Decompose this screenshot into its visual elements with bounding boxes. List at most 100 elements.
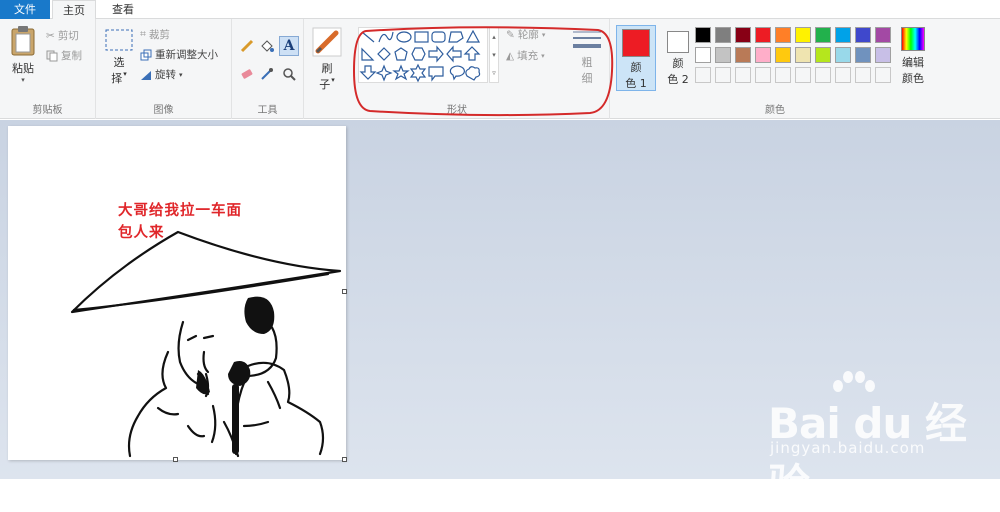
resize-icon — [140, 49, 152, 60]
resize-handle-right[interactable] — [342, 289, 347, 294]
color1-button[interactable]: 颜 色 1 — [616, 25, 656, 91]
color-swatch[interactable] — [735, 47, 751, 63]
watermark-url: jingyan.baidu.com — [770, 439, 926, 457]
custom-color-slot[interactable] — [695, 67, 711, 83]
clipboard-group: 粘贴 ▾ ✂ 剪切 复制 剪贴板 — [0, 19, 96, 119]
color2-label-1: 颜 — [672, 57, 684, 70]
color1-label-2: 色 1 — [625, 77, 647, 90]
color-swatch[interactable] — [815, 27, 831, 43]
image-group: 选 择 ▾ ⌗ 裁剪 重新调整大小 旋转 ▾ 图像 — [96, 19, 232, 119]
color-swatch[interactable] — [815, 47, 831, 63]
color-picker-icon[interactable] — [260, 67, 274, 81]
resize-button[interactable]: 重新调整大小 — [140, 47, 218, 62]
copy-label: 复制 — [61, 50, 82, 62]
color1-swatch — [622, 29, 650, 57]
paste-button[interactable]: 粘贴 ▾ — [6, 25, 40, 84]
crop-label: 裁剪 — [148, 29, 170, 41]
color-swatch[interactable] — [755, 47, 771, 63]
color2-label-2: 色 2 — [667, 73, 689, 86]
tools-group-label: 工具 — [257, 105, 278, 116]
color-swatch[interactable] — [755, 27, 771, 43]
color-swatch[interactable] — [735, 27, 751, 43]
magnifier-icon[interactable] — [282, 67, 296, 81]
edit-colors-label-2: 颜色 — [902, 72, 924, 85]
tools-group: A 工具 — [232, 19, 304, 119]
custom-color-slot[interactable] — [875, 67, 891, 83]
custom-color-slot[interactable] — [835, 67, 851, 83]
select-icon — [105, 29, 133, 51]
color-swatch[interactable] — [855, 47, 871, 63]
edit-colors-button[interactable]: 编辑 颜色 — [896, 27, 930, 86]
ribbon: 粘贴 ▾ ✂ 剪切 复制 剪贴板 选 择 ▾ ⌗ 裁剪 重新调整大小 旋转 ▾ 图像 — [0, 19, 1000, 119]
color-swatch[interactable] — [835, 47, 851, 63]
text-tool-icon[interactable]: A — [279, 36, 299, 56]
brush-label-1: 刷 — [321, 62, 333, 75]
custom-color-slot[interactable] — [775, 67, 791, 83]
clipboard-icon — [11, 26, 35, 56]
rainbow-palette-icon — [901, 27, 925, 51]
copy-button[interactable]: 复制 — [46, 48, 82, 63]
copy-icon — [46, 50, 58, 61]
baidu-watermark: Bai du 经验 jingyan.baidu.com — [768, 370, 998, 509]
color-swatch[interactable] — [855, 27, 871, 43]
canvas-workspace: 大哥给我拉一车面 包人来 Bai du 经验 jingyan.baidu.com — [0, 120, 1000, 509]
ribbon-tab-bar: 文件 主页 查看 — [0, 0, 1000, 20]
paste-label: 粘贴 — [12, 62, 34, 75]
color2-button[interactable]: 颜 色 2 — [658, 25, 698, 91]
image-group-label: 图像 — [153, 105, 174, 116]
custom-color-slot[interactable] — [815, 67, 831, 83]
hat-man-drawing — [70, 230, 342, 458]
brush-label-2: 子 — [319, 78, 331, 91]
cut-button[interactable]: ✂ 剪切 — [46, 28, 79, 43]
tab-file[interactable]: 文件 — [0, 0, 50, 19]
custom-color-slot[interactable] — [795, 67, 811, 83]
crop-icon: ⌗ — [140, 28, 146, 40]
rotate-label: 旋转 — [155, 69, 176, 81]
red-annotation-oval — [352, 26, 614, 117]
tab-view[interactable]: 查看 — [100, 0, 146, 19]
select-label-1: 选 — [113, 56, 125, 69]
color-swatch[interactable] — [695, 27, 711, 43]
chevron-down-icon: ▾ — [123, 70, 127, 78]
chevron-down-icon: ▾ — [21, 76, 25, 84]
color-swatch[interactable] — [795, 27, 811, 43]
color-swatch[interactable] — [695, 47, 711, 63]
color-swatch[interactable] — [835, 27, 851, 43]
brush-group: 刷 子 ▾ — [304, 19, 350, 119]
select-button[interactable]: 选 择 ▾ — [102, 29, 136, 86]
edit-colors-label-1: 编辑 — [902, 56, 924, 69]
color-swatch[interactable] — [715, 27, 731, 43]
pencil-icon[interactable] — [240, 39, 254, 53]
eraser-icon[interactable] — [240, 67, 254, 81]
color-swatch[interactable] — [875, 27, 891, 43]
drawing-canvas[interactable]: 大哥给我拉一车面 包人来 — [8, 126, 347, 462]
color-swatch[interactable] — [795, 47, 811, 63]
colors-group: 颜 色 1 颜 色 2 编辑 颜色 颜色 — [610, 19, 1000, 119]
resize-handle-corner[interactable] — [342, 457, 347, 462]
color-palette — [695, 27, 895, 87]
tab-home[interactable]: 主页 — [52, 0, 96, 20]
resize-label: 重新调整大小 — [155, 49, 218, 61]
resize-handle-bottom[interactable] — [173, 457, 178, 462]
custom-color-slot[interactable] — [755, 67, 771, 83]
color-swatch[interactable] — [775, 27, 791, 43]
color2-swatch — [667, 31, 689, 53]
custom-color-slot[interactable] — [855, 67, 871, 83]
chevron-down-icon: ▾ — [179, 70, 183, 79]
custom-color-slot[interactable] — [735, 67, 751, 83]
scissors-icon: ✂ — [46, 29, 55, 42]
rotate-button[interactable]: 旋转 ▾ — [140, 67, 183, 82]
brush-button[interactable]: 刷 子 ▾ — [310, 27, 344, 92]
rotate-icon — [141, 70, 151, 80]
crop-button[interactable]: ⌗ 裁剪 — [140, 27, 170, 42]
fill-bucket-icon[interactable] — [260, 39, 274, 53]
colors-group-label: 颜色 — [765, 105, 785, 116]
color1-label-1: 颜 — [630, 61, 642, 74]
custom-color-slot[interactable] — [715, 67, 731, 83]
color-swatch[interactable] — [715, 47, 731, 63]
clipboard-group-label: 剪贴板 — [32, 105, 63, 116]
chevron-down-icon: ▾ — [331, 76, 335, 84]
brush-icon — [312, 27, 342, 57]
color-swatch[interactable] — [775, 47, 791, 63]
color-swatch[interactable] — [875, 47, 891, 63]
